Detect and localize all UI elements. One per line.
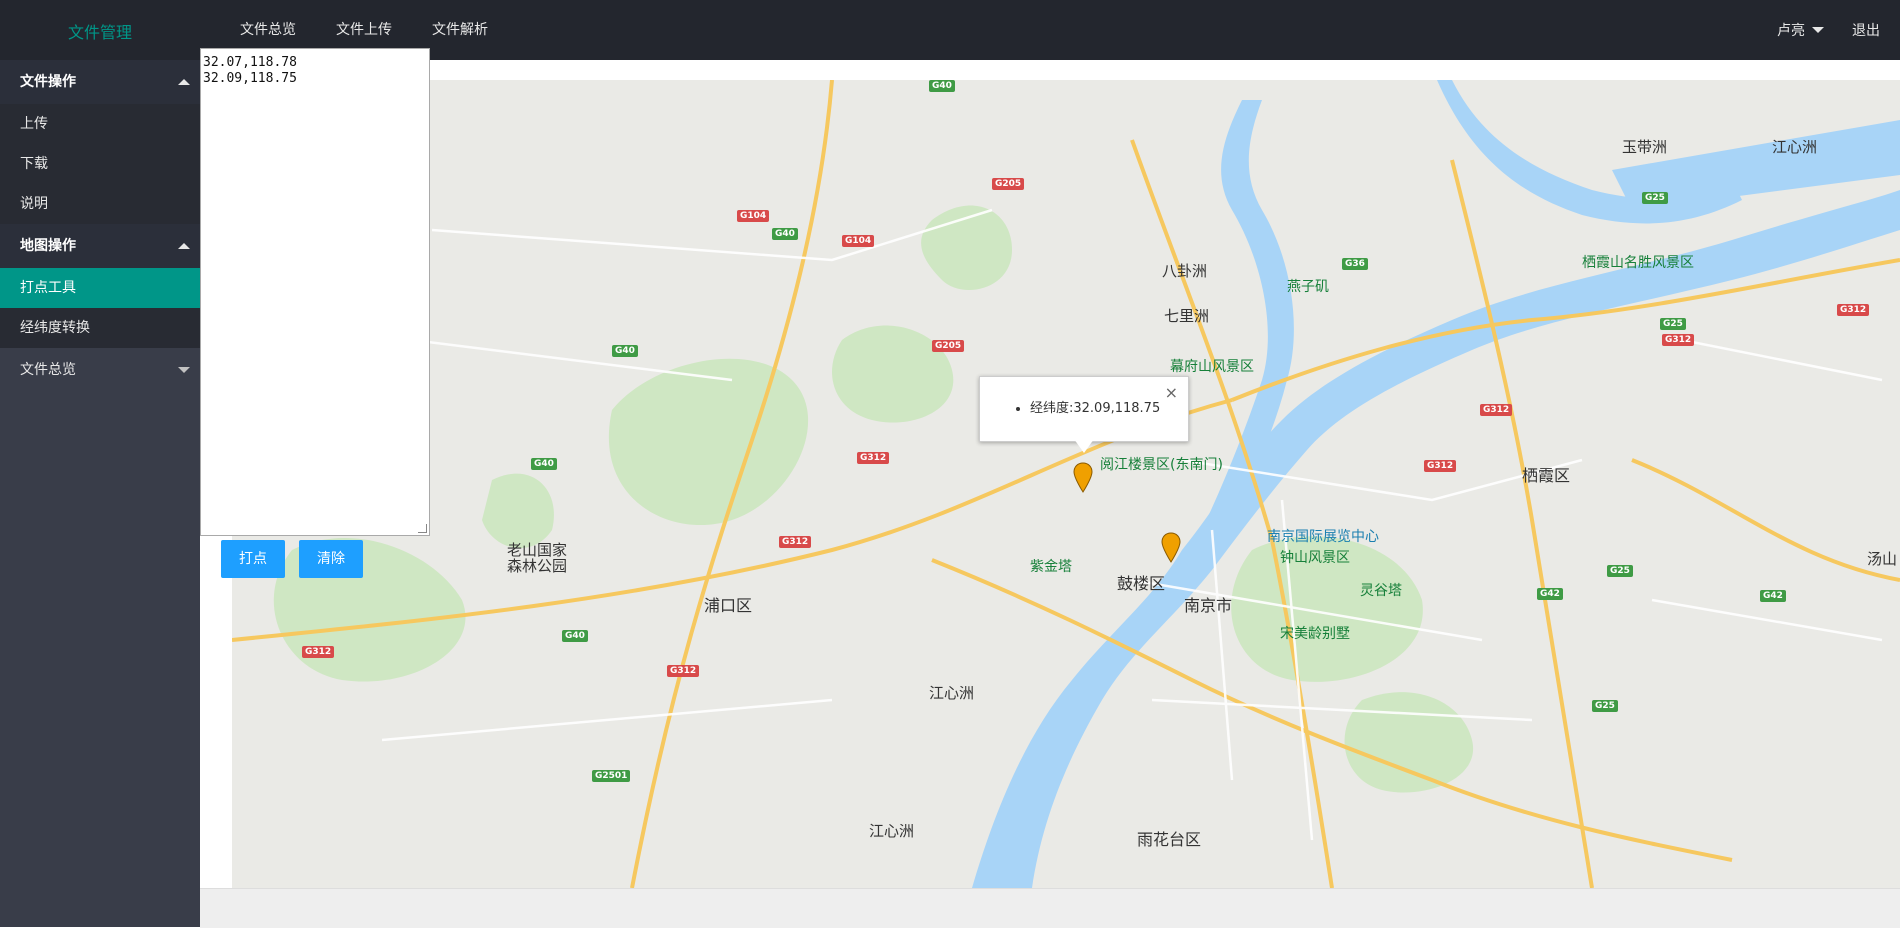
clear-button[interactable]: 清除 — [299, 540, 363, 578]
map-label-gulou: 鼓楼区 — [1117, 574, 1166, 593]
map-label-zijin: 紫金塔 — [1030, 559, 1072, 575]
chevron-down-icon — [178, 367, 190, 373]
road-shield: G42 — [1760, 590, 1786, 602]
map-label-tangshan: 汤山 — [1867, 550, 1898, 568]
map-label-mufushan: 幕府山风景区 — [1170, 359, 1254, 375]
road-shield: G312 — [1662, 334, 1695, 346]
bottom-bar — [200, 888, 1900, 928]
submenu-map-ops: 打点工具 经纬度转换 — [0, 268, 200, 348]
map-label-bagua: 八卦洲 — [1162, 262, 1208, 280]
road-shield: G40 — [562, 630, 588, 642]
sidebar-group-file-overview[interactable]: 文件总览 — [0, 348, 200, 392]
road-shield: G312 — [857, 452, 890, 464]
map-marker-icon[interactable] — [1161, 532, 1181, 564]
map-label-pukou: 浦口区 — [704, 596, 753, 615]
sidebar-group-label: 地图操作 — [20, 238, 76, 254]
map-label-jiangxinzhou: 江心洲 — [929, 684, 975, 702]
map-label-yuedai: 玉带洲 — [1622, 138, 1668, 156]
road-shield: G25 — [1592, 700, 1618, 712]
map-marker-icon[interactable] — [1073, 462, 1093, 494]
road-shield: G312 — [302, 646, 335, 658]
coord-line: 32.07,118.78 — [203, 55, 297, 70]
road-shield: G40 — [612, 345, 638, 357]
road-shield: G104 — [842, 235, 875, 247]
map-label-songmeiling: 宋美龄别墅 — [1280, 626, 1350, 642]
user-menu[interactable]: 卢亮 — [1777, 20, 1824, 40]
road-shield: G42 — [1537, 588, 1563, 600]
road-shield: G36 — [1342, 258, 1368, 270]
road-shield: G40 — [531, 458, 557, 470]
sidebar-group-label: 文件总览 — [20, 362, 76, 378]
road-shield: G104 — [737, 210, 770, 222]
map-label-qixiashan: 栖霞山名胜风景区 — [1582, 255, 1694, 271]
road-shield: G312 — [1424, 460, 1457, 472]
app-logo[interactable]: 文件管理 — [68, 19, 132, 43]
popup-list: 经纬度:32.09,118.75 — [1010, 397, 1188, 416]
road-shield: G40 — [772, 228, 798, 240]
resize-handle-icon[interactable] — [418, 524, 427, 533]
road-shield: G25 — [1607, 565, 1633, 577]
map-label-linggu: 灵谷塔 — [1360, 583, 1402, 599]
road-shield: G312 — [667, 665, 700, 677]
road-shield: G205 — [932, 340, 965, 352]
sidebar-item-download[interactable]: 下载 — [0, 144, 200, 184]
map-label-yanziji: 燕子矶 — [1287, 279, 1329, 295]
close-icon[interactable]: × — [1165, 383, 1178, 402]
coords-textarea[interactable]: 32.07,118.78 32.09,118.75 — [200, 48, 430, 536]
sidebar-item-coord-convert[interactable]: 经纬度转换 — [0, 308, 200, 348]
map-label-yuejiang: 阅江楼景区(东南门) — [1100, 457, 1223, 473]
road-shield: G312 — [1480, 404, 1513, 416]
sidebar: 文件操作 上传 下载 说明 地图操作 打点工具 经纬度转换 文件总览 — [0, 60, 200, 927]
sidebar-group-file-ops[interactable]: 文件操作 — [0, 60, 200, 104]
coord-line: 32.09,118.75 — [203, 71, 297, 86]
user-name: 卢亮 — [1777, 23, 1805, 39]
map-label-laoshan: 老山国家 森林公园 — [507, 541, 568, 575]
road-shield: G40 — [929, 80, 955, 92]
user-area: 卢亮 退出 — [1777, 0, 1900, 60]
popup-tail — [1074, 439, 1094, 453]
road-shield: G312 — [779, 536, 812, 548]
sidebar-group-label: 文件操作 — [20, 74, 76, 90]
submenu-file-ops: 上传 下载 说明 — [0, 104, 200, 224]
map-label-jiangxinzhou: 江心洲 — [869, 822, 915, 840]
map-label-qili: 七里洲 — [1164, 307, 1210, 325]
sidebar-group-map-ops[interactable]: 地图操作 — [0, 224, 200, 268]
sidebar-item-plot-tool[interactable]: 打点工具 — [0, 268, 200, 308]
map-view[interactable]: 南京市 浦口区 鼓楼区 栖霞区 雨花台区 江心洲 江心洲 八卦洲 七里洲 玉带洲… — [232, 80, 1900, 888]
map-popup: × 经纬度:32.09,118.75 — [979, 376, 1189, 442]
map-label-zhongshan: 钟山风景区 — [1280, 550, 1350, 566]
road-shield: G2501 — [592, 770, 631, 782]
map-label-yuhuatai: 雨花台区 — [1137, 830, 1202, 849]
chevron-down-icon — [1812, 27, 1824, 33]
road-shield: G25 — [1660, 318, 1686, 330]
chevron-up-icon — [178, 79, 190, 85]
logout-link[interactable]: 退出 — [1852, 20, 1880, 40]
road-shield: G312 — [1837, 304, 1870, 316]
chevron-up-icon — [178, 243, 190, 249]
map-label-expo: 南京国际展览中心 — [1267, 529, 1379, 545]
road-shield: G25 — [1642, 192, 1668, 204]
map-label-nanjing: 南京市 — [1184, 596, 1233, 615]
plot-button[interactable]: 打点 — [221, 540, 285, 578]
sidebar-item-upload[interactable]: 上传 — [0, 104, 200, 144]
road-shield: G205 — [992, 178, 1025, 190]
map-label-jiangxinzhou: 江心洲 — [1772, 138, 1818, 156]
sidebar-item-help[interactable]: 说明 — [0, 184, 200, 224]
map-label-qixia: 栖霞区 — [1522, 466, 1571, 485]
